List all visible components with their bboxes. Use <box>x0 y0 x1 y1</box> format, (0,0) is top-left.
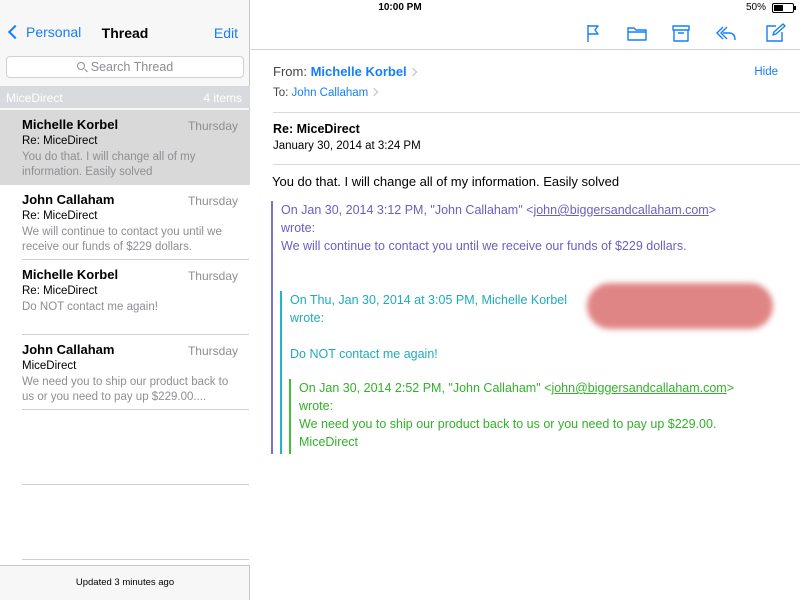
search-icon <box>76 62 85 70</box>
message-preview: You do that. I will change all of my inf… <box>22 151 196 178</box>
message-preview: We will continue to contact you until we… <box>22 226 222 253</box>
compose-icon[interactable] <box>764 22 786 44</box>
divider <box>22 409 249 410</box>
quote-header-text: On Jan 30, 2014 2:52 PM, "John Callaham"… <box>299 381 552 395</box>
quote-header-end: > <box>726 381 735 395</box>
from-field: From: Michelle Korbel <box>273 64 417 79</box>
quote-header: On Jan 30, 2014 3:12 PM, "John Callaham"… <box>281 201 781 219</box>
to-name[interactable]: John Callaham <box>292 87 369 99</box>
flag-icon[interactable] <box>582 22 604 44</box>
quote-wrote: wrote: <box>281 221 316 235</box>
message-date: Thursday <box>187 194 238 208</box>
email-date: January 30, 2014 at 3:24 PM <box>273 140 421 152</box>
quote-header: On Jan 30, 2014 2:52 PM, "John Callaham"… <box>299 379 779 397</box>
quote-text: We need you to ship our product back to … <box>299 417 717 431</box>
reply-icon[interactable] <box>715 22 737 44</box>
divider <box>273 164 800 165</box>
quote-wrote: wrote: <box>299 399 334 413</box>
message-date: Thursday <box>187 344 238 358</box>
message-preview: Do NOT contact me again! <box>22 301 158 313</box>
message-subject: Re: MiceDirect <box>22 210 98 222</box>
search-placeholder: Search Thread <box>90 60 174 74</box>
from-label: From: <box>273 64 307 79</box>
list-item[interactable]: Michelle Korbel Thursday Re: MiceDirect … <box>0 110 250 185</box>
quoted-reply-3: On Jan 30, 2014 2:52 PM, "John Callaham"… <box>289 379 779 454</box>
message-date: Thursday <box>187 119 238 133</box>
email-link[interactable]: john@biggersandcallaham.com <box>551 381 726 395</box>
message-date: Thursday <box>187 269 238 283</box>
message-subject: Re: MiceDirect <box>22 135 98 147</box>
quote-header-text: On Jan 30, 2014 3:12 PM, "John Callaham"… <box>281 203 534 217</box>
divider <box>273 112 800 113</box>
divider <box>22 484 249 485</box>
message-toolbar <box>251 16 800 50</box>
message-sender: Michelle Korbel <box>22 117 119 132</box>
updated-status: Updated 3 minutes ago <box>0 565 250 600</box>
message-preview: We need you to ship our product back to … <box>22 376 229 403</box>
chevron-right-icon <box>408 67 417 77</box>
section-header: MiceDirect 4 items <box>0 86 250 108</box>
list-navbar: Personal Thread Edit <box>0 16 250 50</box>
message-sender: John Callaham <box>22 192 115 207</box>
from-name[interactable]: Michelle Korbel <box>311 64 407 79</box>
list-item[interactable]: Michelle Korbel Thursday Re: MiceDirect … <box>0 260 250 335</box>
list-title: Thread <box>101 25 149 41</box>
message-list-pane: Personal Thread Edit Search Thread MiceD… <box>0 0 250 600</box>
quote-header-end: > <box>708 203 717 217</box>
section-count: 4 items <box>203 91 242 105</box>
redaction-blur <box>587 283 773 329</box>
edit-button[interactable]: Edit <box>214 25 238 41</box>
section-name: MiceDirect <box>6 91 63 105</box>
message-detail-pane: From: Michelle Korbel Hide To: John Call… <box>251 0 800 600</box>
message-sender: Michelle Korbel <box>22 267 119 282</box>
message-sender: John Callaham <box>22 342 115 357</box>
archive-icon[interactable] <box>670 22 692 44</box>
quote-signature: MiceDirect <box>299 435 359 449</box>
to-label: To: <box>273 87 289 99</box>
list-item[interactable]: John Callaham Thursday MiceDirect We nee… <box>0 335 250 410</box>
quote-text: We will continue to contact you until we… <box>281 239 687 253</box>
quote-text: Do NOT contact me again! <box>290 347 438 361</box>
hide-details-button[interactable]: Hide <box>754 66 778 78</box>
list-item[interactable]: John Callaham Thursday Re: MiceDirect We… <box>0 185 250 260</box>
divider <box>22 559 249 560</box>
email-link[interactable]: john@biggersandcallaham.com <box>533 203 708 217</box>
chevron-right-icon <box>370 87 379 97</box>
message-subject: MiceDirect <box>22 360 77 372</box>
message-subject: Re: MiceDirect <box>22 285 98 297</box>
email-body: You do that. I will change all of my inf… <box>272 174 620 189</box>
to-field: To: John Callaham <box>273 87 379 99</box>
email-subject: Re: MiceDirect <box>273 122 360 136</box>
search-input[interactable]: Search Thread <box>6 56 244 78</box>
folder-icon[interactable] <box>626 22 648 44</box>
